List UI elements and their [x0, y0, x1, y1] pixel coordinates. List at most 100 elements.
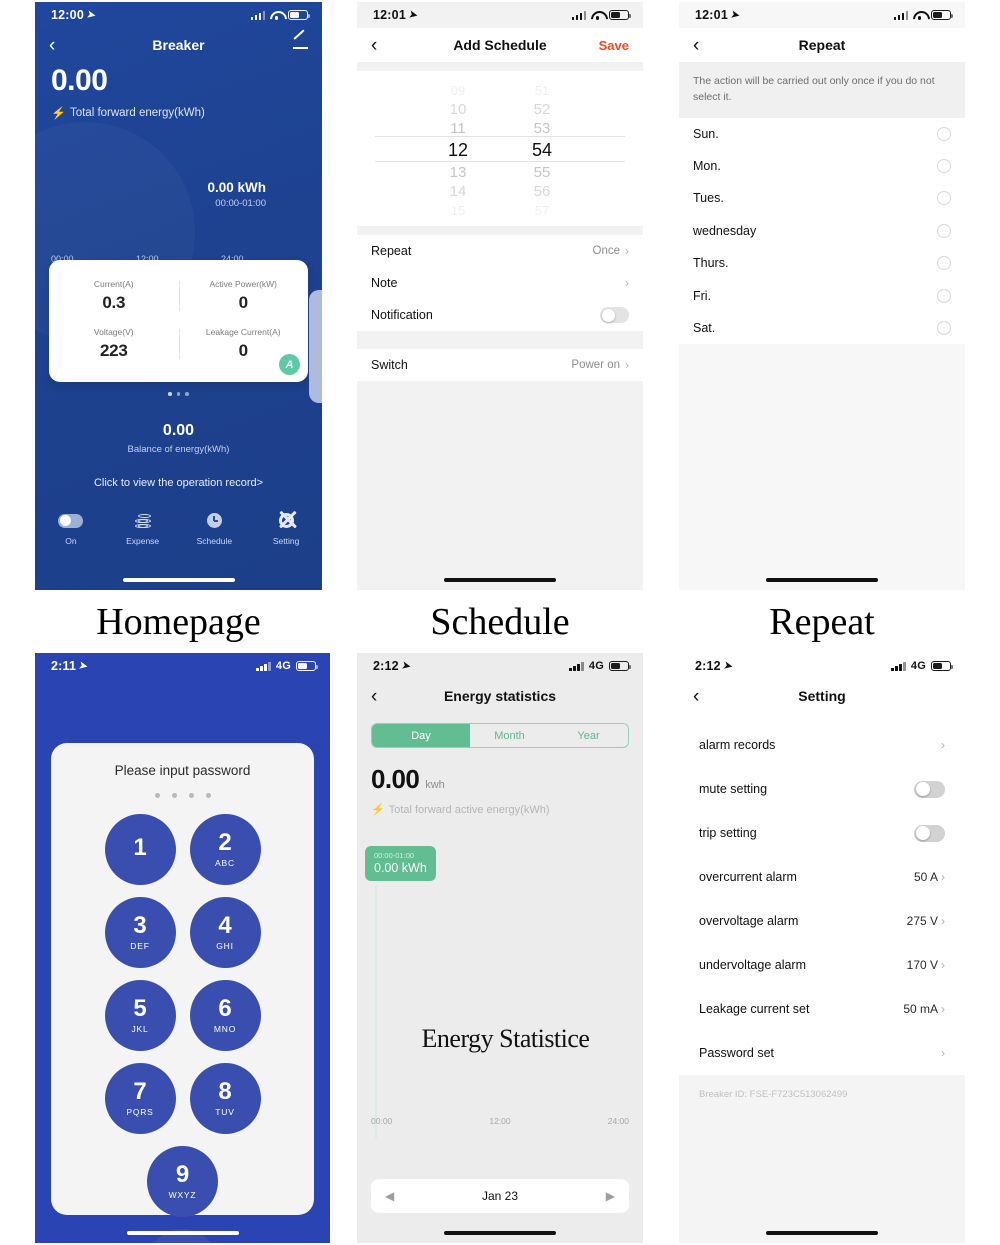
row-notification[interactable]: Notification [357, 299, 643, 331]
location-arrow-icon: ➤ [729, 8, 741, 22]
row-repeat[interactable]: Repeat Once › [357, 235, 643, 267]
setting-row-mute-setting[interactable]: mute setting [679, 767, 965, 811]
row-switch[interactable]: Switch Power on › [357, 349, 643, 381]
key-9[interactable]: 9 WXYZ [147, 1146, 218, 1217]
hour-option[interactable]: 11 [431, 119, 485, 138]
radio-icon[interactable] [937, 288, 951, 303]
back-button[interactable]: ‹ [693, 36, 699, 55]
segment-month[interactable]: Month [470, 724, 549, 747]
key-7[interactable]: 7 PQRS [104, 1063, 176, 1134]
period-segmented-control[interactable]: Day Month Year [371, 723, 629, 748]
mute-setting-toggle[interactable] [914, 780, 945, 798]
minute-option[interactable]: 56 [515, 182, 569, 201]
minute-option[interactable]: 55 [515, 163, 569, 182]
key-1[interactable]: 1 [104, 814, 176, 885]
notification-toggle[interactable] [600, 307, 629, 323]
day-row-mon[interactable]: Mon. [679, 149, 965, 183]
back-button[interactable]: ‹ [693, 687, 699, 706]
key-6[interactable]: 6 MNO [189, 980, 261, 1051]
energy-chart[interactable]: 0.00 kWh 00:00-01:00 00:00 12:00 24:00 [35, 134, 322, 264]
metrics-card[interactable]: Current(A) 0.3 Active Power(kW) 0 Voltag… [49, 260, 308, 382]
radio-icon[interactable] [937, 126, 951, 141]
carousel-dot-active[interactable] [168, 392, 172, 396]
day-row-thurs[interactable]: Thurs. [679, 247, 965, 280]
setting-label: overcurrent alarm [699, 870, 797, 884]
radio-icon[interactable] [937, 321, 951, 336]
back-button[interactable]: ‹ [371, 687, 377, 706]
time-picker[interactable]: 09 10 11 12 13 14 15 51 52 53 54 55 56 5… [357, 71, 643, 226]
battery-icon [931, 661, 954, 671]
date-navigator[interactable]: ◀ Jan 23 ▶ [371, 1179, 629, 1213]
chart-tooltip-value: 0.00 kWh [374, 861, 427, 875]
tab-schedule[interactable]: Schedule [179, 511, 251, 546]
hour-option[interactable]: 09 [431, 81, 485, 100]
cellular-signal-icon [571, 10, 586, 20]
next-date-button[interactable]: ▶ [606, 1189, 615, 1203]
nav-bar: ‹ Add Schedule Save [357, 28, 643, 62]
radio-icon[interactable] [937, 191, 951, 206]
operation-record-link[interactable]: Click to view the operation record> [35, 477, 322, 489]
page-title: Repeat [798, 37, 846, 53]
key-2[interactable]: 2 ABC [189, 814, 261, 885]
key-4[interactable]: 4 GHI [189, 897, 261, 968]
prev-date-button[interactable]: ◀ [385, 1189, 394, 1203]
trip-setting-toggle[interactable] [914, 824, 945, 842]
setting-row-alarm-records[interactable]: alarm records › [679, 723, 965, 767]
day-row-fri[interactable]: Fri. [679, 279, 965, 312]
day-row-tues[interactable]: Tues. [679, 182, 965, 215]
hour-option[interactable]: 15 [431, 201, 485, 220]
row-note[interactable]: Note › [357, 267, 643, 299]
setting-row-trip-setting[interactable]: trip setting [679, 811, 965, 855]
setting-row-password-set[interactable]: Password set › [679, 1031, 965, 1075]
cellular-signal-icon [891, 661, 906, 671]
setting-row-leakage-current-set[interactable]: Leakage current set 50 mA › [679, 987, 965, 1031]
key-3[interactable]: 3 DEF [104, 897, 176, 968]
clock-icon[interactable] [179, 511, 251, 531]
tab-expense[interactable]: Expense [107, 511, 179, 546]
hour-option[interactable]: 10 [431, 100, 485, 119]
setting-row-overcurrent-alarm[interactable]: overcurrent alarm 50 A › [679, 855, 965, 899]
tab-setting[interactable]: Setting [250, 511, 322, 546]
key-8[interactable]: 8 TUV [189, 1063, 261, 1134]
tab-label: Setting [272, 535, 300, 546]
carousel-dot[interactable] [176, 392, 181, 396]
hour-option[interactable]: 13 [431, 163, 485, 182]
key-letters: MNO [213, 1024, 237, 1034]
carousel-next-card[interactable] [309, 290, 322, 403]
gear-icon[interactable] [250, 511, 322, 531]
metric-voltage: Voltage(V) 223 [49, 320, 179, 368]
power-toggle-icon[interactable] [35, 511, 107, 531]
back-button[interactable]: ‹ [49, 36, 55, 55]
carousel-dots[interactable] [35, 392, 322, 396]
day-row-sat[interactable]: Sat. [679, 311, 965, 345]
setting-row-overvoltage-alarm[interactable]: overvoltage alarm 275 V › [679, 899, 965, 943]
coins-icon[interactable] [107, 511, 179, 531]
setting-row-undervoltage-alarm[interactable]: undervoltage alarm 170 V › [679, 943, 965, 987]
minute-option[interactable]: 51 [515, 81, 569, 100]
energy-bar-chart[interactable]: 00:00-01:00 0.00 kWh Energy Statistice 0… [357, 838, 643, 1138]
minute-option[interactable]: 57 [515, 201, 569, 220]
hour-option[interactable]: 14 [431, 182, 485, 201]
day-row-wednesday[interactable]: wednesday [679, 214, 965, 248]
save-button[interactable]: Save [599, 38, 629, 53]
tab-on[interactable]: On [35, 511, 107, 546]
add-schedule-phone-screen: 12:01 ➤ ‹ Add Schedule Save 09 10 11 12 [357, 2, 643, 590]
edit-pencil-icon[interactable] [292, 37, 308, 53]
battery-icon [288, 10, 311, 20]
segment-day[interactable]: Day [372, 724, 470, 747]
segment-year[interactable]: Year [549, 724, 628, 747]
day-row-sun[interactable]: Sun. [679, 117, 965, 150]
status-bar: 12:01 ➤ [679, 2, 965, 28]
back-button[interactable]: ‹ [371, 36, 377, 55]
radio-icon[interactable] [937, 223, 951, 238]
chart-tooltip-value: 0.00 kWh [207, 180, 266, 195]
key-5[interactable]: 5 JKL [104, 980, 176, 1051]
carousel-dot[interactable] [185, 392, 189, 396]
minute-option[interactable]: 53 [515, 119, 569, 138]
radio-icon[interactable] [937, 256, 951, 271]
radio-icon[interactable] [937, 159, 951, 174]
minute-option[interactable]: 52 [515, 100, 569, 119]
network-type-label: 4G [910, 660, 926, 672]
location-arrow-icon: ➤ [400, 659, 412, 673]
